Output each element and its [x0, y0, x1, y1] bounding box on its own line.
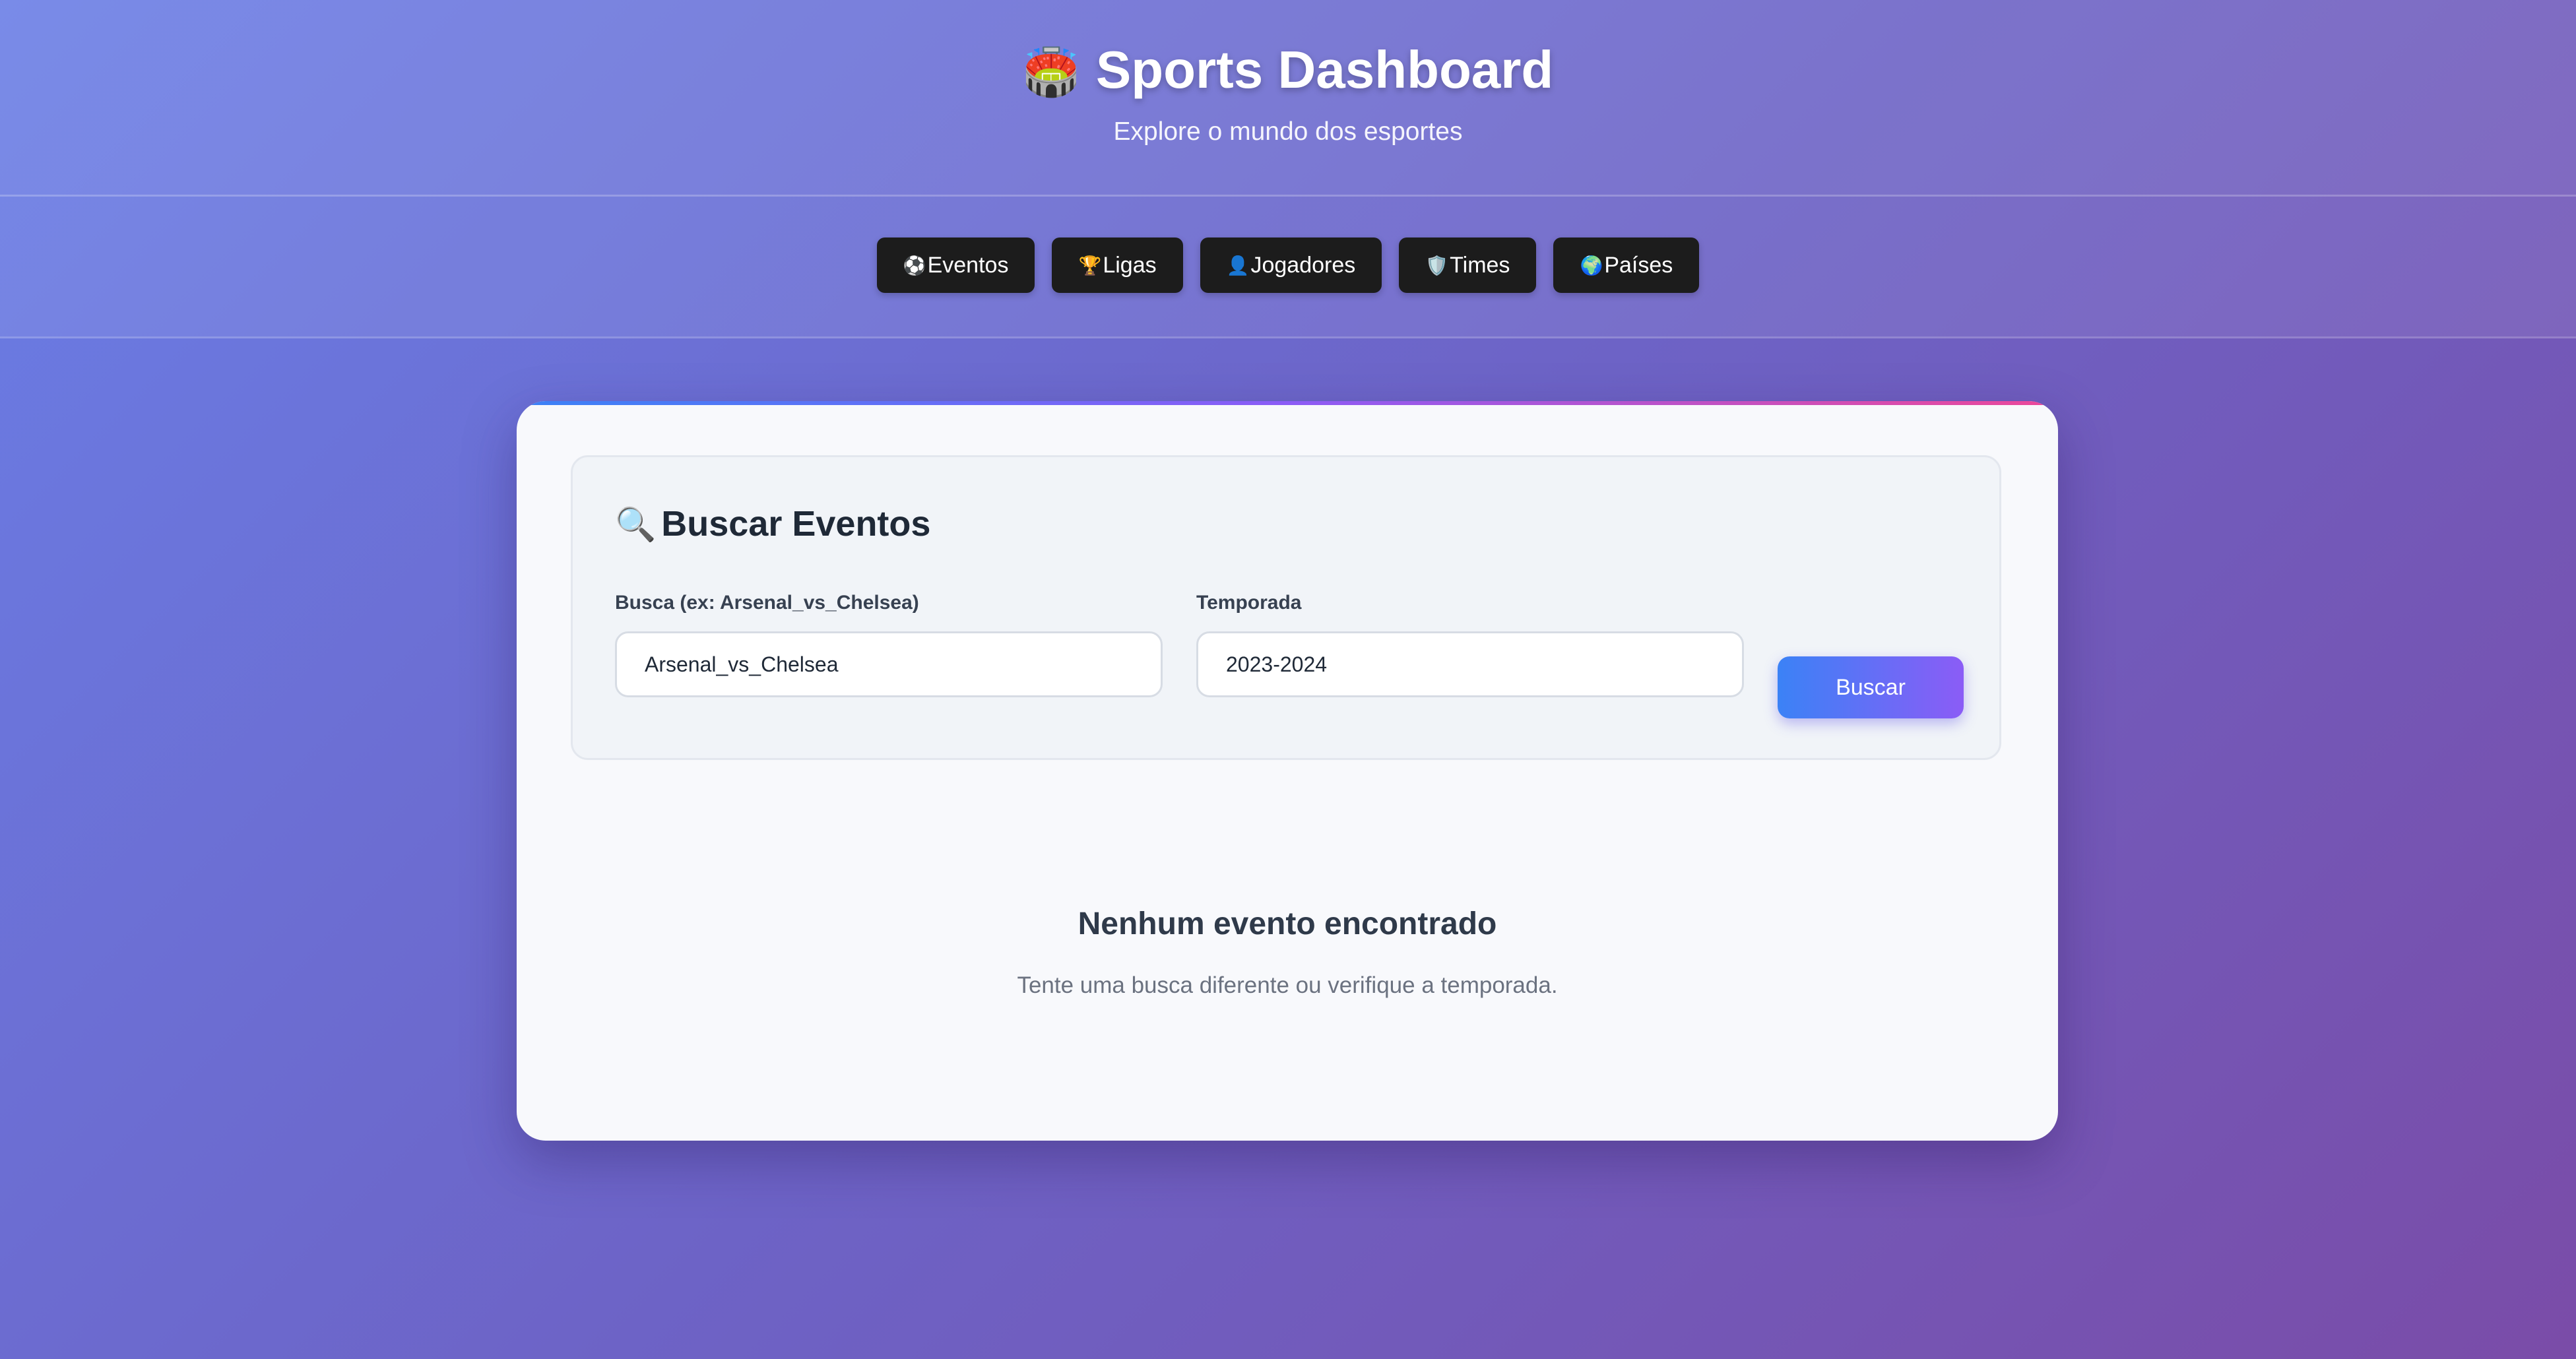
- search-panel: 🔍 Buscar Eventos Busca (ex: Arsenal_vs_Ch…: [571, 455, 2001, 760]
- trophy-icon: 🏆: [1078, 255, 1102, 276]
- search-panel-title: 🔍 Buscar Eventos: [615, 503, 930, 544]
- page-subtitle: Explore o mundo dos esportes: [1113, 117, 1463, 146]
- magnifier-icon: 🔍: [615, 506, 657, 543]
- page-title: 🏟️ Sports Dashboard: [0, 40, 2576, 100]
- nav-button-times[interactable]: 🛡️ Times: [1399, 237, 1537, 293]
- nav-label-ligas: Ligas: [1103, 252, 1157, 278]
- nav-label-jogadores: Jogadores: [1250, 252, 1356, 278]
- empty-state-message: Tente uma busca diferente ou verifique a…: [1017, 972, 1558, 998]
- nav-button-paises[interactable]: 🌍 Países: [1553, 237, 1700, 293]
- globe-icon: 🌍: [1580, 255, 1603, 276]
- shield-icon: 🛡️: [1425, 255, 1449, 276]
- nav-label-eventos: Eventos: [927, 252, 1009, 278]
- content-card: 🔍 Buscar Eventos Busca (ex: Arsenal_vs_Ch…: [517, 401, 2058, 1141]
- stadium-icon: 🏟️: [1022, 46, 1080, 98]
- search-query-label: Busca (ex: Arsenal_vs_Chelsea): [615, 592, 919, 614]
- season-input[interactable]: [1196, 631, 1744, 697]
- nav-button-ligas[interactable]: 🏆 Ligas: [1052, 237, 1183, 293]
- page-title-text: Sports Dashboard: [1095, 40, 1554, 99]
- empty-state-title: Nenhum evento encontrado: [1078, 906, 1497, 941]
- season-label: Temporada: [1196, 592, 1302, 614]
- main-navigation: ⚽ Eventos 🏆 Ligas 👤 Jogadores 🛡️ Times 🌍 País…: [0, 197, 2576, 338]
- nav-button-eventos[interactable]: ⚽ Eventos: [876, 237, 1035, 293]
- app-header: 🏟️ Sports Dashboard Explore o mundo dos e…: [0, 0, 2576, 197]
- soccer-ball-icon: ⚽: [903, 255, 926, 276]
- user-icon: 👤: [1226, 255, 1250, 276]
- nav-label-times: Times: [1450, 252, 1510, 278]
- search-button[interactable]: Buscar: [1778, 656, 1964, 718]
- card-accent-bar: [517, 401, 2058, 405]
- nav-label-paises: Países: [1604, 252, 1673, 278]
- nav-button-jogadores[interactable]: 👤 Jogadores: [1200, 237, 1382, 293]
- search-query-input[interactable]: [615, 631, 1163, 697]
- search-panel-title-text: Buscar Eventos: [661, 504, 931, 544]
